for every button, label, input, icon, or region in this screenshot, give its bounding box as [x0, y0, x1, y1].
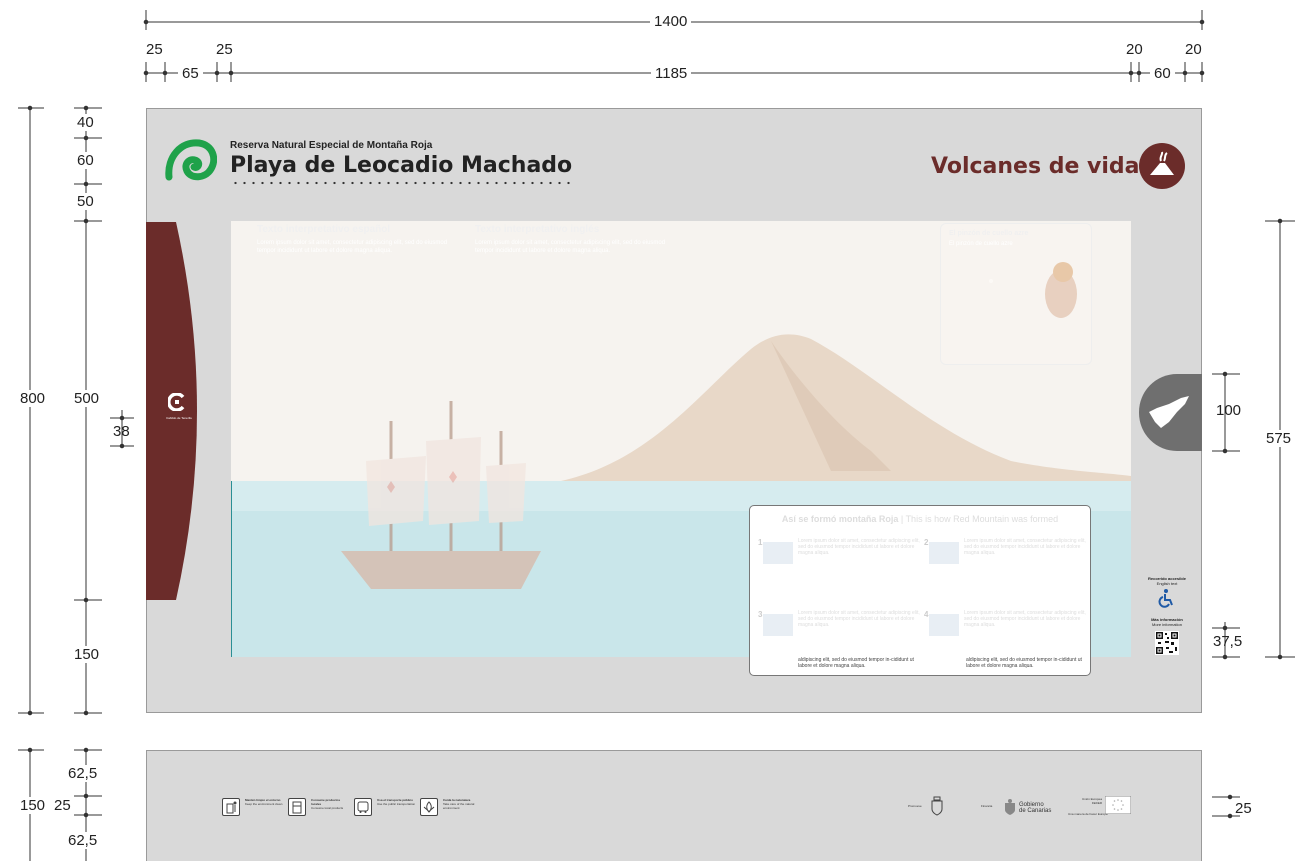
formation-step-1: 1 Lorem ipsum dolor sit amet, consectetu…: [758, 538, 923, 593]
dim-tab-100: 100: [1216, 402, 1242, 419]
dim-margin-right-c: 60: [1150, 65, 1175, 82]
bottom-item-4: Cuida la naturaleza Take care of the nat…: [443, 798, 483, 810]
text-es-title: Texto interpretativo español: [257, 224, 391, 235]
dim-header-60: 60: [73, 152, 98, 169]
eu-flag-icon: [1105, 796, 1131, 814]
eu-line-2: FEDER: [1091, 801, 1102, 805]
step-4-overflow-text: aldipiscing elit, sed do eiusmod tempor …: [966, 657, 1082, 669]
tenerife-label: TENERIFE: [1152, 410, 1172, 415]
dim-strip-62-5-top: 62,5: [64, 765, 102, 782]
gobierno-line-2: de Canarias: [1019, 808, 1052, 814]
bird-card: El pinzón de cuello azre El pinzón de cu…: [940, 223, 1092, 365]
eu-text: Unión Europea FEDER: [1070, 797, 1102, 805]
theme-title: Volcanes de vida: [931, 154, 1140, 179]
dim-height-total: 800: [16, 390, 50, 407]
bottom-item-sub: Take care of the natural environment: [443, 802, 475, 810]
info-label: Más información More information: [1144, 617, 1190, 627]
step-image: [763, 614, 793, 636]
bottom-item-label: Consume productos locales: [311, 798, 341, 806]
dim-margin-left-a: 25: [146, 41, 163, 58]
text-en-title: Texto interpretativo inglés: [475, 224, 600, 235]
eu-slogan: Una manera de hacer Europa: [1068, 812, 1108, 816]
bird-title: El pinzón de cuello azre: [949, 230, 1029, 237]
wheelchair-icon: [1158, 589, 1173, 608]
formation-title: Así se formó montaña Roja | This is how …: [781, 514, 1059, 524]
bottom-item-sub: Keep the environment clean: [245, 802, 283, 806]
bird-subtitle: El pinzón de cuello azre: [949, 241, 1013, 247]
dim-strip-150: 150: [16, 797, 50, 814]
bottom-item-3: Usa el transporte público Use the public…: [377, 798, 417, 806]
dim-strip-25-right: 25: [1235, 800, 1252, 817]
dim-bottom-150: 150: [70, 646, 104, 663]
place-title: Playa de Leocadio Machado: [230, 153, 573, 178]
step-image: [763, 542, 793, 564]
text-en-body: Lorem ipsum dolor sit amet, consectetur …: [475, 240, 666, 254]
dim-band-38: 38: [113, 423, 130, 440]
bottom-item-sub: Consume local products: [311, 806, 344, 810]
bottom-item-sub: Use the public transportation: [377, 802, 416, 806]
formation-step-2: 2 Lorem ipsum dolor sit amet, consectetu…: [924, 538, 1089, 593]
dim-right-575: 575: [1262, 430, 1295, 447]
cabildo-shield-logo-icon: [931, 796, 943, 816]
dim-content-width: 1185: [651, 65, 692, 82]
step-number: 3: [758, 610, 763, 619]
gobierno-text: Gobierno de Canarias: [1019, 802, 1051, 814]
step-image: [929, 614, 959, 636]
bottom-item-2: Consume productos locales Consume local …: [311, 798, 351, 810]
step-image: [929, 542, 959, 564]
step-number: 4: [924, 610, 929, 619]
dim-margin-left-b: 25: [216, 41, 233, 58]
dim-header-40: 40: [73, 114, 98, 131]
qr-code-icon[interactable]: [1155, 631, 1179, 655]
formation-box: Así se formó montaña Roja | This is how …: [749, 505, 1091, 676]
nature-icon: [420, 798, 438, 816]
step-text: Lorem ipsum dolor sit amet, consectetur …: [798, 610, 920, 628]
formation-title-en: This is how Red Mountain was formed: [905, 514, 1059, 524]
text-es-body: Lorem ipsum dolor sit amet, consectetur …: [257, 240, 448, 254]
dim-strip-62-5-bottom: 62,5: [64, 832, 102, 849]
bus-icon: [354, 798, 372, 816]
formation-title-es: Así se formó montaña Roja: [781, 514, 899, 524]
dim-mid-500: 500: [70, 390, 104, 407]
accessible-sub: English text: [1156, 581, 1178, 586]
step-text: Lorem ipsum dolor sit amet, consectetur …: [798, 538, 920, 556]
step-number: 1: [758, 538, 763, 547]
trash-bin-icon: [222, 798, 240, 816]
spiral-logo-icon: [165, 139, 217, 181]
step-3-overflow-text: aldipiscing elit, sed do eiusmod tempor …: [798, 657, 914, 669]
cabildo-text: Cabildo de Tenerife: [166, 416, 192, 420]
dim-header-50: 50: [73, 193, 98, 210]
step-number: 2: [924, 538, 929, 547]
dim-qr-37-5: 37,5: [1213, 633, 1243, 650]
accessible-label: Recorrido accesible English text: [1144, 576, 1190, 586]
dim-margin-right-b: 20: [1185, 41, 1202, 58]
dim-margin-right-a: 20: [1126, 41, 1143, 58]
step-text: Lorem ipsum dolor sit amet, consectetur …: [964, 538, 1086, 556]
cabildo-logo-icon: [168, 393, 185, 411]
bottom-item-1: Mantén limpio el entorno Keep the enviro…: [245, 798, 285, 806]
bird-illustration: [1045, 262, 1077, 318]
dim-total-width: 1400: [650, 13, 692, 30]
local-product-icon: [288, 798, 306, 816]
volcano-icon: [1139, 143, 1185, 189]
step-text: Lorem ipsum dolor sit amet, consectetur …: [964, 610, 1086, 628]
dim-margin-left-c: 65: [178, 65, 203, 82]
info-sub: More information: [1151, 622, 1182, 627]
left-brand-band: [146, 222, 197, 600]
reserve-subtitle: Reserva Natural Especial de Montaña Roja: [230, 140, 433, 151]
dim-strip-25-left: 25: [54, 797, 71, 814]
dotted-underline: [231, 180, 576, 186]
gobierno-canarias-logo-icon: [1005, 799, 1015, 815]
